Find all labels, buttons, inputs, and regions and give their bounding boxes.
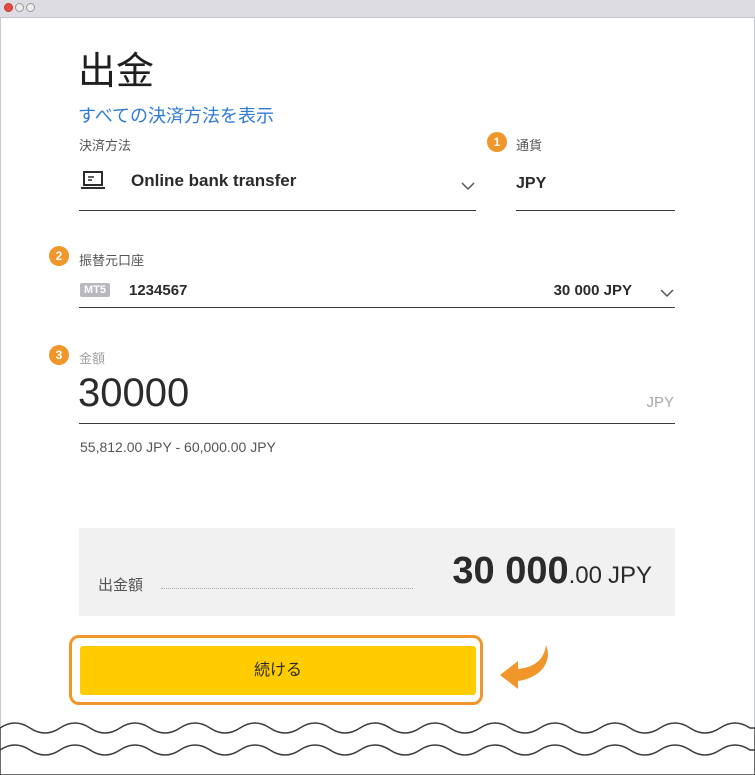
minimize-window-icon[interactable] bbox=[15, 3, 24, 12]
torn-edge-decoration bbox=[0, 722, 755, 775]
payment-method-select[interactable]: Online bank transfer bbox=[80, 167, 476, 197]
laptop-icon bbox=[81, 171, 105, 189]
payment-method-value: Online bank transfer bbox=[131, 171, 297, 190]
account-number: 1234567 bbox=[129, 282, 188, 299]
currency-label: 通貨 bbox=[516, 138, 543, 153]
platform-badge: MT5 bbox=[80, 283, 110, 297]
page-title: 出金 bbox=[78, 49, 155, 93]
continue-button[interactable]: 続ける bbox=[80, 646, 476, 695]
summary-amount-integer: 30 000 bbox=[452, 550, 569, 592]
pointer-arrow-icon bbox=[500, 645, 548, 689]
amount-underline bbox=[79, 423, 675, 424]
step-badge-2: 2 bbox=[49, 246, 69, 266]
summary-label: 出金額 bbox=[98, 577, 144, 594]
account-label: 振替元口座 bbox=[79, 253, 145, 268]
chevron-down-icon bbox=[660, 289, 674, 298]
account-balance: 30 000 JPY bbox=[553, 282, 632, 299]
window-titlebar bbox=[0, 0, 755, 18]
amount-label: 金額 bbox=[79, 351, 106, 366]
dotted-leader bbox=[161, 588, 413, 589]
summary-amount-decimal: .00 bbox=[568, 562, 602, 589]
step-badge-1: 1 bbox=[487, 132, 507, 152]
currency-value[interactable]: JPY bbox=[516, 175, 546, 193]
amount-range: 55,812.00 JPY - 60,000.00 JPY bbox=[80, 439, 276, 455]
source-account-select[interactable]: MT5 1234567 30 000 JPY bbox=[80, 281, 675, 303]
chevron-down-icon bbox=[461, 182, 475, 191]
currency-underline bbox=[516, 210, 675, 211]
account-underline bbox=[79, 307, 675, 308]
maximize-window-icon[interactable] bbox=[26, 3, 35, 12]
summary-currency: JPY bbox=[607, 562, 652, 589]
summary-amount: 30 000.00 JPY bbox=[452, 550, 652, 593]
show-all-payment-methods-link[interactable]: すべての決済方法を表示 bbox=[78, 102, 274, 128]
payment-method-label: 決済方法 bbox=[79, 138, 132, 153]
amount-unit: JPY bbox=[646, 394, 674, 411]
close-window-icon[interactable] bbox=[4, 3, 13, 12]
payment-method-underline bbox=[79, 210, 476, 211]
withdrawal-summary: 出金額 30 000.00 JPY bbox=[79, 528, 675, 616]
step-badge-3: 3 bbox=[49, 345, 69, 365]
amount-input[interactable]: 30000 bbox=[78, 371, 189, 416]
